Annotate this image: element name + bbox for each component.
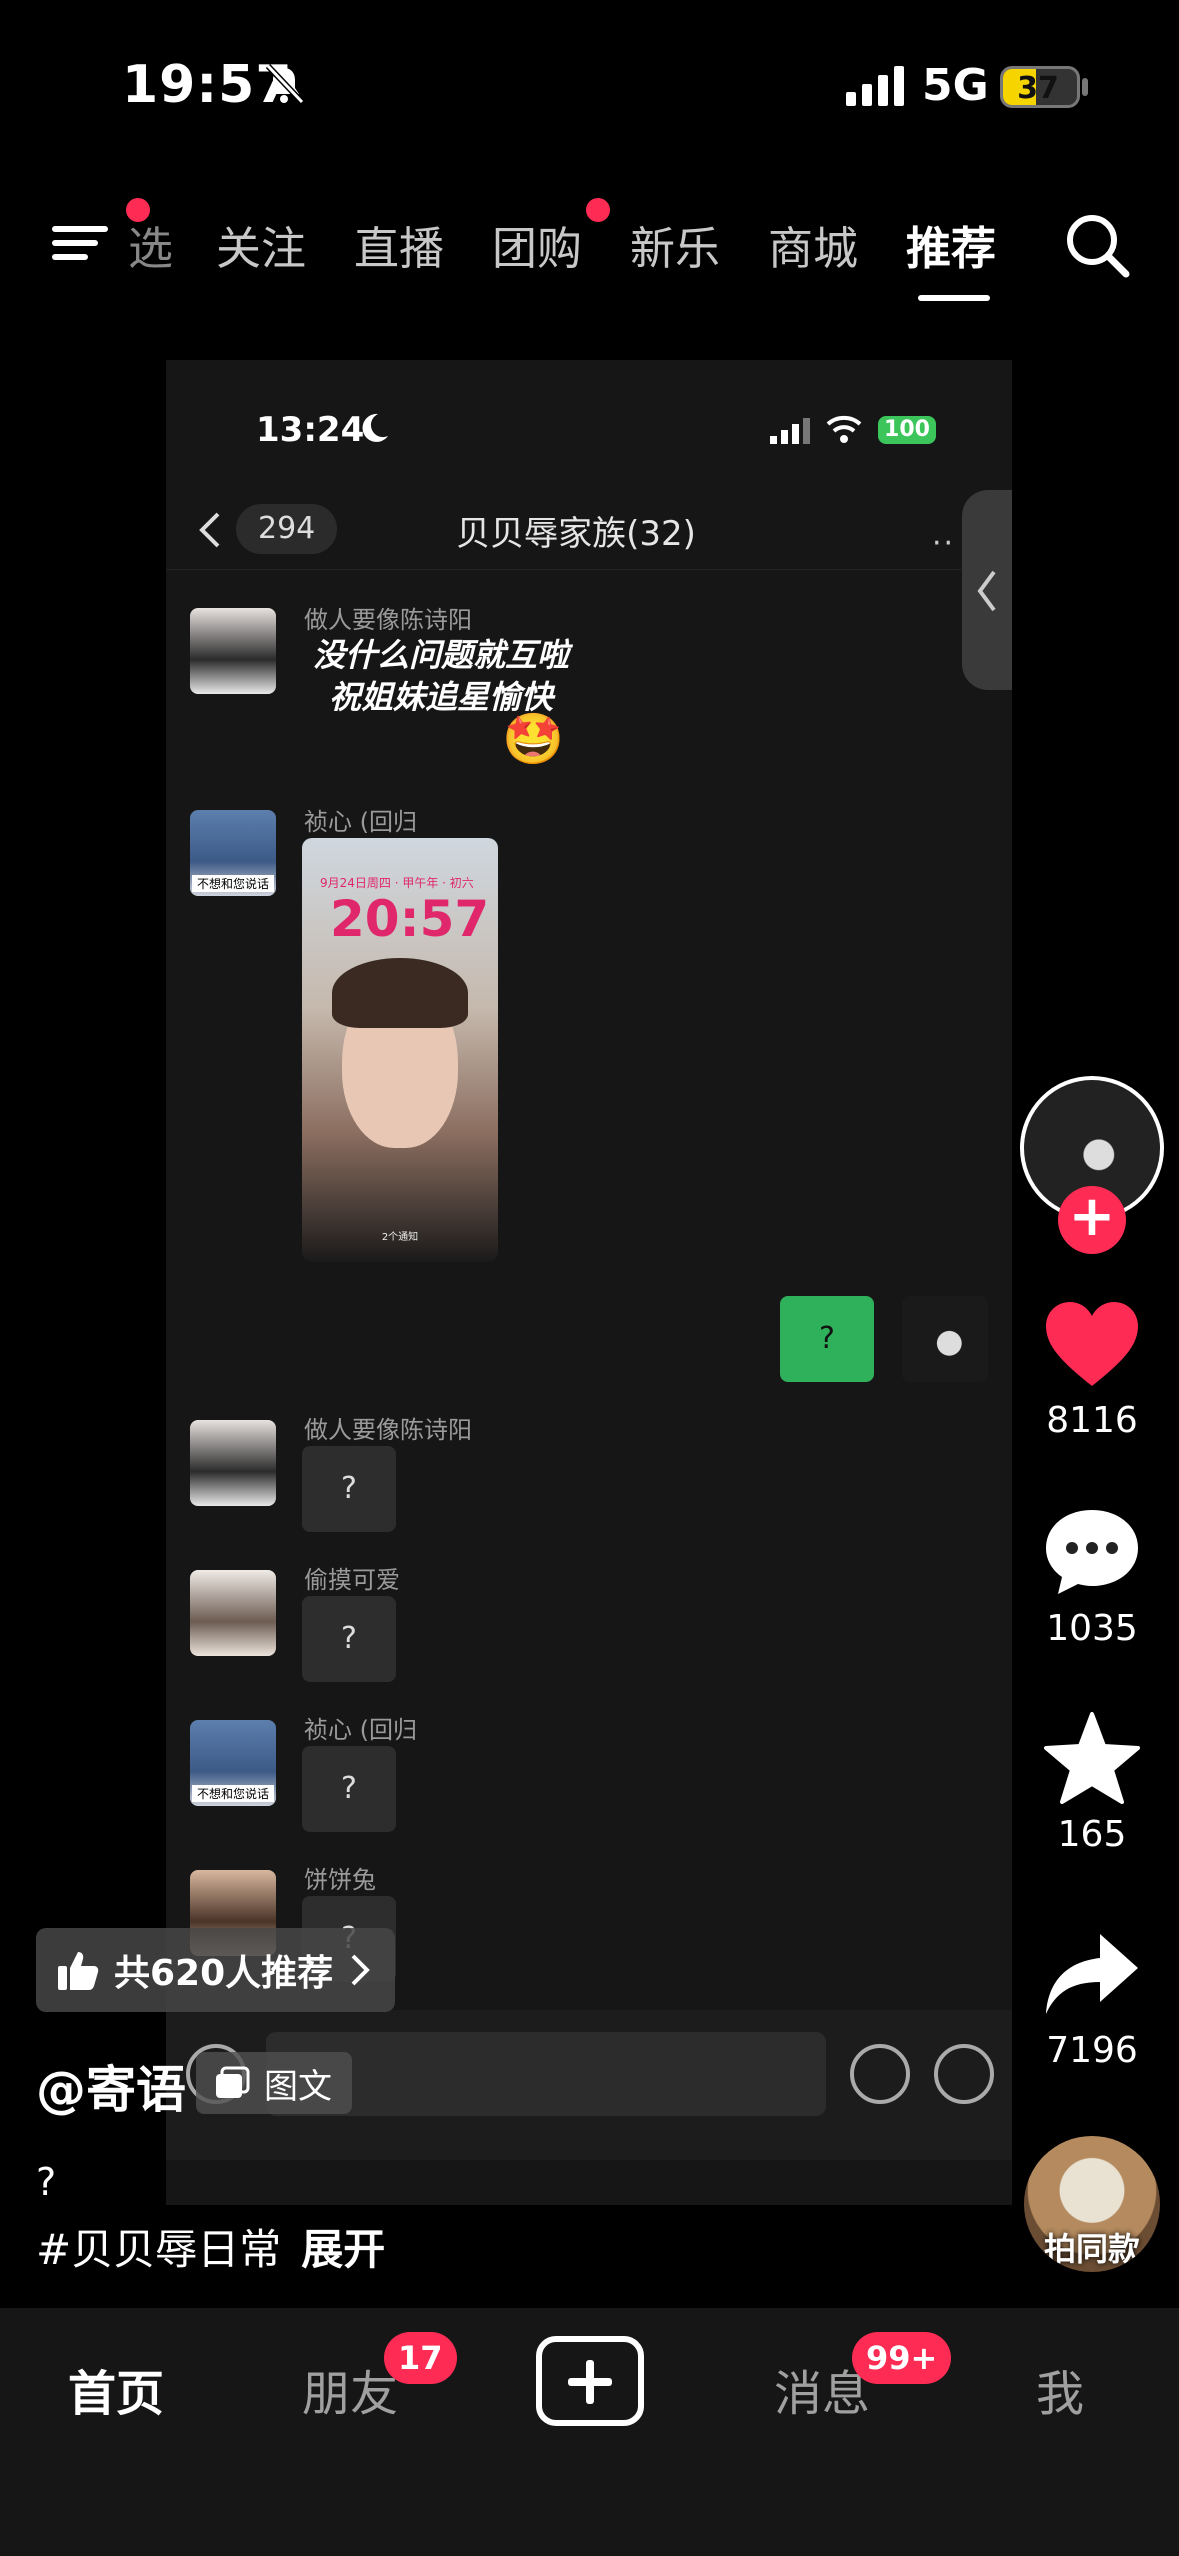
chat-title: 贝贝辱家族(32) — [456, 514, 696, 554]
hashtag-link[interactable]: #贝贝辱日常 — [36, 2225, 281, 2274]
shared-image[interactable]: 9月24日周四 · 甲午年 · 初六 20:57 2个通知 — [302, 838, 498, 1262]
comment-button[interactable]: 1035 — [1020, 1506, 1164, 1649]
menu-icon[interactable] — [52, 218, 114, 268]
message-emoji: 🤩 — [502, 710, 565, 768]
sender-name: 祯心 (回归 — [304, 808, 417, 836]
plus-icon — [568, 2360, 612, 2404]
status-bar: 19:57 5G 37 — [0, 0, 1179, 170]
share-count: 7196 — [1046, 2030, 1138, 2071]
side-drawer-tab[interactable] — [962, 490, 1012, 690]
sender-name: 做人要像陈诗阳 — [304, 606, 472, 634]
my-message-bubble: ? — [780, 1296, 874, 1382]
heart-icon — [1046, 1302, 1138, 1386]
back-chevron-icon — [199, 512, 220, 548]
battery-nub — [1082, 78, 1088, 96]
message-bubble: ? — [302, 1446, 396, 1532]
author-handle[interactable]: @寄语 — [36, 2050, 186, 2122]
sender-name: 祯心 (回归 — [304, 1716, 417, 1744]
sender-name: 做人要像陈诗阳 — [304, 1416, 472, 1444]
battery-indicator: 37 — [1000, 66, 1080, 108]
tab-partial[interactable]: 选 — [128, 212, 172, 277]
avatar-caption: 不想和您说话 — [192, 875, 274, 892]
battery-level: 37 — [1017, 71, 1059, 106]
share-icon — [1046, 1934, 1138, 2014]
avatar — [190, 1420, 276, 1506]
avatar-caption: 不想和您说话 — [192, 1785, 274, 1802]
post-type-pill: 图文 — [196, 2052, 352, 2114]
hashtag-line: #贝贝辱日常 展开 — [36, 2216, 385, 2277]
favorite-button[interactable]: 165 — [1020, 1712, 1164, 1855]
chevron-right-icon — [351, 1954, 370, 1986]
like-button[interactable]: 8116 — [1020, 1300, 1164, 1441]
my-avatar — [902, 1296, 988, 1382]
active-tab-underline — [918, 295, 990, 301]
inner-signal-icon — [770, 418, 810, 444]
sender-name: 饼饼兔 — [304, 1866, 376, 1894]
friends-badge: 17 — [384, 2332, 457, 2384]
same-style-button[interactable]: 拍同款 — [1024, 2136, 1160, 2272]
nav-friends[interactable]: 朋友 — [302, 2354, 398, 2424]
add-icon — [934, 2044, 994, 2104]
star-icon — [1044, 1712, 1140, 1804]
message-bubble: ? — [302, 1596, 396, 1682]
follow-plus-button[interactable]: + — [1058, 1186, 1126, 1254]
avatar: 不想和您说话 — [190, 810, 276, 896]
search-icon[interactable] — [1062, 210, 1132, 280]
image-text-icon — [216, 2066, 250, 2098]
unread-count: 294 — [236, 504, 338, 554]
image-clock: 20:57 — [330, 890, 490, 948]
tab-mall[interactable]: 商城 — [768, 212, 858, 277]
inner-status-bar: 13:24 100 — [166, 360, 1012, 460]
tab-following[interactable]: 关注 — [216, 212, 306, 277]
chevron-left-icon — [977, 570, 996, 612]
tab-live[interactable]: 直播 — [354, 212, 444, 277]
post-caption: ? — [36, 2160, 57, 2204]
like-count: 8116 — [1046, 1400, 1138, 1441]
more-dots: ·· — [932, 526, 956, 561]
tab-group-buy[interactable]: 团购 — [492, 212, 582, 277]
avatar — [190, 608, 276, 694]
inner-battery: 100 — [878, 416, 936, 444]
recommend-label: 共620人推荐 — [114, 1953, 334, 1994]
portrait-hair — [332, 958, 468, 1028]
tab-recommend[interactable]: 推荐 — [906, 212, 996, 277]
avatar — [190, 1570, 276, 1656]
sender-name: 偷摸可爱 — [304, 1566, 400, 1594]
group-buy-dot — [586, 198, 610, 222]
create-button[interactable] — [536, 2336, 644, 2426]
recommend-pill[interactable]: 共620人推荐 — [36, 1928, 396, 2012]
share-button[interactable]: 7196 — [1020, 1930, 1164, 2071]
bottom-nav: 首页 朋友 17 消息 99+ 我 — [0, 2308, 1179, 2556]
network-type: 5G — [922, 60, 989, 111]
chat-header: 294 贝贝辱家族(32) ·· — [166, 490, 1012, 570]
moon-icon — [362, 413, 388, 442]
wifi-icon — [826, 415, 862, 443]
same-style-label: 拍同款 — [1043, 2230, 1140, 2268]
image-footer: 2个通知 — [381, 1232, 419, 1243]
inner-time: 13:24 — [256, 410, 365, 450]
image-date: 9月24日周四 · 甲午年 · 初六 — [320, 876, 474, 890]
post-type-label: 图文 — [264, 2066, 332, 2107]
bell-muted-icon — [265, 63, 305, 105]
messages-badge: 99+ — [852, 2332, 952, 2384]
tab-xinle[interactable]: 新乐 — [630, 212, 720, 277]
avatar: 不想和您说话 — [190, 1720, 276, 1806]
comment-count: 1035 — [1046, 1608, 1138, 1649]
signal-icon — [846, 66, 904, 106]
comment-icon — [1046, 1510, 1138, 1594]
message-text: 没什么问题就互啦 祝姐妹追星愉快 — [312, 636, 569, 716]
emoji-icon — [850, 2044, 910, 2104]
nav-me[interactable]: 我 — [1036, 2354, 1084, 2424]
thumbs-up-icon — [58, 1952, 99, 1990]
expand-button[interactable]: 展开 — [301, 2225, 385, 2274]
top-tab-bar: 选 关注 直播 团购 新乐 商城 推荐 — [0, 190, 1179, 310]
message-bubble: ? — [302, 1746, 396, 1832]
nav-home[interactable]: 首页 — [68, 2354, 164, 2424]
favorite-count: 165 — [1057, 1814, 1127, 1855]
